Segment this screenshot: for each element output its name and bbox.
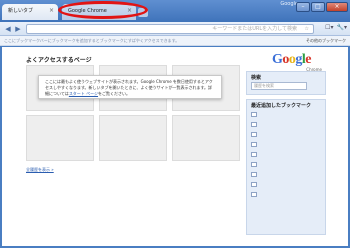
minimize-button[interactable]: – — [296, 2, 310, 12]
logo-letter: G — [272, 52, 283, 67]
page-menu-icon[interactable]: ☐▾ — [325, 24, 333, 31]
address-bar[interactable]: キーワードまたはURLを入力して検索 ☆ — [26, 24, 314, 34]
most-visited-info-box: ここには最もよく使うウェブサイトが表示されます。Google Chrome を数… — [38, 75, 222, 99]
thumbnail-slot[interactable] — [99, 115, 167, 161]
show-full-history-link[interactable]: 全履歴を表示 » — [26, 167, 54, 173]
tab-new-tab[interactable]: 新しいタブ × — [2, 4, 58, 20]
new-tab-page: よくアクセスするページ ここには最もよく使うウェブサイトが表示されます。Goog… — [2, 47, 348, 246]
close-window-button[interactable]: × — [326, 2, 348, 12]
bookmark-page-icon[interactable] — [251, 172, 257, 177]
tab-label: 新しいタブ — [8, 8, 34, 14]
bookmark-page-icon[interactable] — [251, 152, 257, 157]
bookmark-bar-hint: ここにブックマークバーにブックマークを追加するとブックマークにすばやくアクセスで… — [4, 38, 180, 43]
thumbnail-slot[interactable] — [26, 115, 94, 161]
back-icon[interactable]: ◀ — [3, 24, 13, 34]
bookmark-page-icon[interactable] — [251, 112, 257, 117]
bookmark-page-icon[interactable] — [251, 192, 257, 197]
tab-close-icon[interactable]: × — [49, 7, 54, 15]
logo-letter: e — [305, 52, 311, 67]
bookmark-page-icon[interactable] — [251, 132, 257, 137]
browser-window: 新しいタブ × Google Chrome × Google – □ × ◀ ▶… — [0, 0, 350, 248]
toolbar: ◀ ▶ キーワードまたはURLを入力して検索 ☆ ☐▾ 🔧▾ — [0, 22, 350, 36]
history-search-input[interactable]: 履歴を検索 — [251, 82, 307, 90]
window-controls: – □ × — [296, 2, 348, 12]
most-visited-title: よくアクセスするページ — [26, 57, 92, 64]
bookmark-page-icon[interactable] — [251, 162, 257, 167]
star-icon[interactable]: ☆ — [305, 25, 309, 33]
bookmark-page-icon[interactable] — [251, 142, 257, 147]
info-tail: をご覧ください。 — [98, 91, 131, 96]
other-bookmarks-button[interactable]: その他のブックマーク — [306, 36, 346, 46]
bookmark-bar: ここにブックマークバーにブックマークを追加するとブックマークにすばやくアクセスで… — [0, 36, 350, 46]
thumbnail-slot[interactable] — [172, 115, 240, 161]
search-panel: 検索 履歴を検索 — [246, 71, 326, 95]
bookmark-page-icon[interactable] — [251, 182, 257, 187]
maximize-button[interactable]: □ — [311, 2, 325, 12]
annotation-highlight-circle — [58, 1, 148, 19]
recent-bookmarks-list — [251, 112, 257, 202]
title-bar: 新しいタブ × Google Chrome × Google – □ × — [0, 0, 350, 22]
wrench-icon[interactable]: 🔧▾ — [337, 24, 347, 31]
start-page-link[interactable]: スタート ページ — [69, 91, 98, 96]
address-bar-hint: キーワードまたはURLを入力して検索 — [212, 26, 297, 32]
toolbar-menus: ☐▾ 🔧▾ — [325, 24, 347, 31]
recent-bookmarks-title: 最近追加したブックマーク — [251, 103, 312, 109]
forward-icon[interactable]: ▶ — [13, 24, 23, 34]
search-panel-title: 検索 — [251, 75, 262, 81]
recent-bookmarks-panel: 最近追加したブックマーク — [246, 99, 326, 235]
bookmark-page-icon[interactable] — [251, 122, 257, 127]
